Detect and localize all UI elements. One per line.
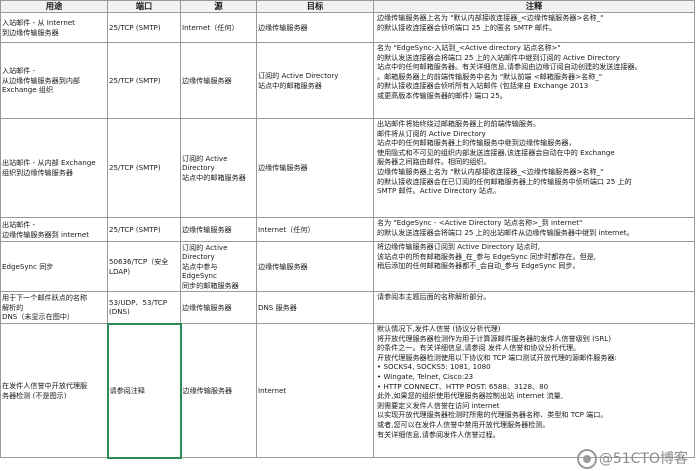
header-target: 目标 — [256, 0, 374, 13]
table-row: 出站邮件 - 边缘传输服务器到 internet 25/TCP (SMTP) 边… — [0, 217, 695, 242]
note-cell: 名为 "EdgeSync - <Active Directory 站点名称>_到… — [373, 217, 695, 242]
note-cell: 名为 "EdgeSync-入站到_<Active directory 站点名称>… — [373, 42, 695, 119]
purpose-cell: 出站邮件 - 边缘传输服务器到 internet — [0, 217, 108, 242]
purpose-cell: EdgeSync 同步 — [0, 241, 108, 292]
port-cell: 53/UDP、53/TCP (DNS) — [107, 291, 181, 324]
watermark: @51CTO博客 — [576, 448, 688, 469]
port-cell: 25/TCP (SMTP) — [107, 118, 181, 218]
table-row: 入站邮件 - 从边缘传输服务器到内部 Exchange 组织 25/TCP (S… — [0, 42, 695, 119]
table-row: 在发件人信誉中开放代理服 务器检测 (不是图示) 请参阅注释 边缘传输服务器 I… — [0, 322, 695, 459]
port-cell: 50636/TCP（安全 LDAP) — [107, 241, 181, 292]
header-purpose: 用途 — [0, 0, 108, 13]
header-port: 端口 — [107, 0, 181, 13]
target-cell: 订阅的 Active Directory 站点中的邮箱服务器 — [256, 42, 374, 119]
51cto-logo-icon — [576, 449, 597, 469]
port-cell: 25/TCP (SMTP) — [107, 217, 181, 242]
purpose-cell: 入站邮件 - 从 Internet 到边缘传输服务器 — [0, 12, 108, 43]
source-cell: 边缘传输服务器 — [179, 323, 257, 458]
purpose-cell: 入站邮件 - 从边缘传输服务器到内部 Exchange 组织 — [0, 42, 108, 119]
note-cell: 请参阅本主题后面的名称解析部分。 — [373, 291, 695, 324]
target-cell: 边缘传输服务器 — [256, 241, 374, 292]
source-cell: 边缘传输服务器 — [180, 291, 257, 324]
note-cell: 默认情况下,发件人信誉 (协议分析代理) 将开放代理服务器检测作为用于计算源邮件… — [373, 323, 695, 458]
port-cell: 25/TCP (SMTP) — [107, 42, 181, 119]
table-row: EdgeSync 同步 50636/TCP（安全 LDAP) 订阅的 Activ… — [0, 241, 695, 292]
purpose-cell: 用于下一个邮件跃点的名称 解析的 DNS（未显示在图中） — [0, 291, 108, 324]
target-cell: 边缘传输服务器 — [256, 118, 374, 218]
source-cell: 边缘传输服务器 — [180, 42, 257, 119]
port-table: 用途 端口 源 目标 注释 入站邮件 - 从 Internet 到边缘传输服务器… — [0, 0, 695, 459]
target-cell: Internet — [256, 323, 374, 458]
table-row: 出站邮件 - 从内部 Exchange 组织到边缘传输服务器 25/TCP (S… — [0, 118, 695, 218]
watermark-text: @51CTO博客 — [598, 451, 688, 467]
purpose-cell: 在发件人信誉中开放代理服 务器检测 (不是图示) — [0, 323, 108, 458]
port-cell: 请参阅注释 — [106, 322, 181, 459]
note-cell: 出站邮件将始终绕过邮箱服务器上的前端传输服务。 邮件将从订阅的 Active D… — [373, 118, 695, 218]
source-cell: 订阅的 Active Directory 站点中的邮箱服务器 — [180, 118, 257, 218]
note-cell: 将边缘传输服务器订阅到 Active Directory 站点时, 该站点中的所… — [373, 241, 695, 292]
note-cell: 边缘传输服务器上名为 "默认内部接收连接器_<边缘传输服务器>名称_" 的默认接… — [373, 12, 695, 43]
table-row: 入站邮件 - 从 Internet 到边缘传输服务器 25/TCP (SMTP)… — [0, 12, 695, 43]
purpose-cell: 出站邮件 - 从内部 Exchange 组织到边缘传输服务器 — [0, 118, 108, 218]
target-cell: 边缘传输服务器 — [256, 12, 374, 43]
header-note: 注释 — [373, 0, 695, 13]
target-cell: DNS 服务器 — [256, 291, 374, 324]
port-cell: 25/TCP (SMTP) — [107, 12, 181, 43]
target-cell: Internet（任何） — [256, 217, 374, 242]
table-row: 用于下一个邮件跃点的名称 解析的 DNS（未显示在图中） 53/UDP、53/T… — [0, 291, 695, 324]
source-cell: 边缘传输服务器 — [180, 217, 257, 242]
header-source: 源 — [180, 0, 257, 13]
source-cell: 订阅的 Active Directory 站点中参与 EdgeSync 同步的邮… — [180, 241, 257, 292]
table-header-row: 用途 端口 源 目标 注释 — [0, 0, 695, 13]
source-cell: Internet（任何） — [180, 12, 257, 43]
